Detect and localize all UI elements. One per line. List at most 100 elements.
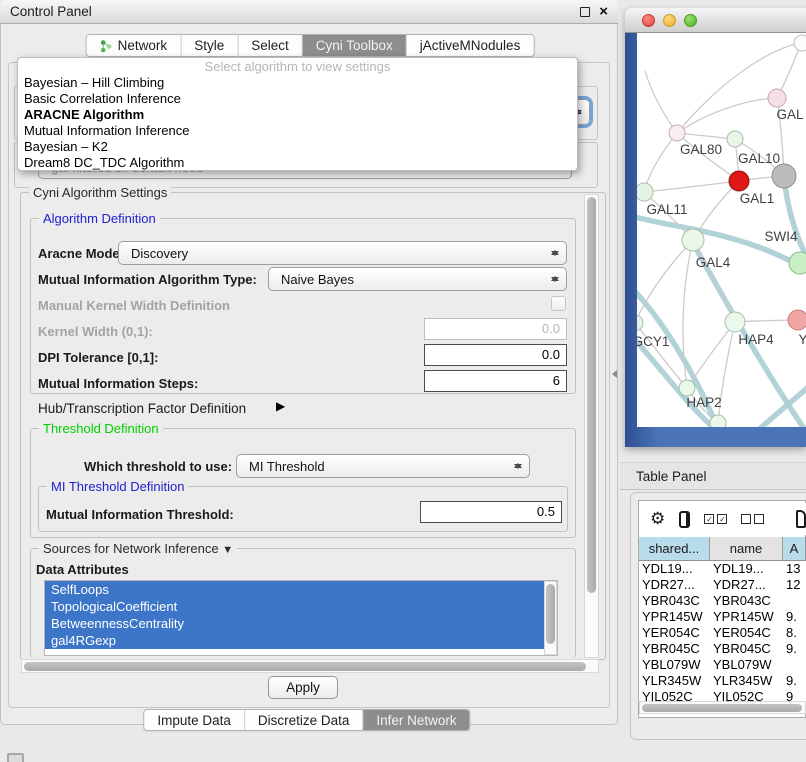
data-attribute-option[interactable]: SelfLoops	[45, 581, 557, 598]
kernel-width-field[interactable]: 0.0	[424, 318, 567, 340]
table-row[interactable]: YDR27...YDR27...12	[639, 577, 806, 593]
tab-discretize-data[interactable]: Discretize Data	[245, 710, 364, 730]
application-desktop: Control Panel × Network Style Select Cyn…	[0, 0, 806, 762]
table-cell: 9	[783, 689, 806, 701]
table-body: YDL19...YDL19...13YDR27...YDR27...12YBR0…	[639, 561, 806, 701]
mi-steps-field[interactable]: 6	[424, 370, 567, 392]
tab-network-label: Network	[118, 38, 168, 53]
column-layout-icon[interactable]	[679, 511, 690, 528]
kernel-width-label: Kernel Width (0,1):	[38, 324, 153, 339]
table-row[interactable]: YLR345WYLR345W9.	[639, 673, 806, 689]
algorithm-option[interactable]: ARACNE Algorithm	[18, 107, 577, 123]
apply-button[interactable]: Apply	[268, 676, 338, 699]
network-edge[interactable]	[637, 240, 693, 323]
node-hap2[interactable]	[679, 380, 695, 396]
table-panel-titlebar[interactable]: Table Panel	[620, 462, 806, 490]
data-attribute-option[interactable]: TopologicalCoefficient	[45, 598, 557, 615]
table-horizontal-scrollbar[interactable]	[639, 701, 806, 714]
algorithm-option[interactable]: Bayesian – K2	[18, 139, 577, 155]
node-gal80[interactable]	[669, 125, 685, 141]
table-panel-title: Table Panel	[636, 469, 707, 484]
float-window-icon[interactable]	[580, 7, 590, 17]
sources-collapse-arrow-icon[interactable]: ▼	[222, 544, 233, 556]
node-gcy1[interactable]	[637, 315, 643, 331]
control-panel-titlebar[interactable]: Control Panel ×	[0, 0, 618, 24]
node-gal4[interactable]	[682, 229, 704, 251]
combo-stepper-icon	[549, 246, 560, 260]
table-row[interactable]: YDL19...YDL19...13	[639, 561, 806, 577]
data-attributes-list[interactable]: SelfLoopsTopologicalCoefficientBetweenne…	[44, 580, 558, 656]
table-row[interactable]: YBL079WYBL079W	[639, 657, 806, 673]
node-gray[interactable]	[772, 164, 796, 188]
algorithm-option[interactable]: Mutual Information Inference	[18, 123, 577, 139]
tab-jactivemnodules[interactable]: jActiveMNodules	[407, 35, 534, 56]
mi-threshold-field[interactable]: 0.5	[420, 501, 562, 523]
splitpane-collapse-icon[interactable]	[608, 370, 617, 378]
hub-section-label[interactable]: Hub/Transcription Factor Definition	[38, 401, 246, 416]
table-row[interactable]: YPR145WYPR145W9.	[639, 609, 806, 625]
algorithm-option[interactable]: Dream8 DC_TDC Algorithm	[18, 155, 577, 171]
tab-impute-data[interactable]: Impute Data	[144, 710, 245, 730]
table-cell: 8.	[783, 625, 806, 641]
table-row[interactable]: YBR043CYBR043C	[639, 593, 806, 609]
minimized-panel-icon[interactable]	[7, 753, 24, 762]
table-cell: 13	[783, 561, 806, 577]
network-edge[interactable]	[644, 181, 739, 192]
table-cell: YIL052C	[639, 689, 710, 701]
table-cell: 9.	[783, 673, 806, 689]
data-attribute-option[interactable]: BetweennessCentrality	[45, 615, 557, 632]
network-edge[interactable]	[645, 71, 677, 133]
node-gal10[interactable]	[727, 131, 743, 147]
close-traffic-light-icon[interactable]	[642, 14, 655, 27]
table-row[interactable]: YBR045CYBR045C9.	[639, 641, 806, 657]
table-row[interactable]: YIL052CYIL052C9	[639, 689, 806, 701]
node-top-partial[interactable]	[794, 35, 806, 51]
algorithm-dropdown-placeholder: Select algorithm to view settings	[18, 58, 577, 75]
algorithm-option[interactable]: Bayesian – Hill Climbing	[18, 75, 577, 91]
hub-expand-arrow-icon[interactable]: ▶	[276, 399, 285, 413]
tab-select[interactable]: Select	[238, 35, 303, 56]
select-all-columns-icon[interactable]: ✓✓	[704, 514, 727, 524]
mi-algorithm-type-combobox[interactable]: Naive Bayes	[268, 267, 567, 291]
node-gal1[interactable]	[729, 171, 749, 191]
network-canvas[interactable]: GALGAL80GAL10GAL1GAL11SWI4GAL4GCY1HAP4YH…	[637, 33, 806, 427]
tab-network[interactable]: Network	[87, 35, 182, 56]
network-window-titlebar[interactable]	[625, 8, 806, 33]
table-settings-gear-icon[interactable]: ⚙	[650, 509, 665, 529]
tab-cyni-toolbox[interactable]: Cyni Toolbox	[303, 35, 407, 56]
network-edge[interactable]	[677, 133, 735, 139]
export-table-icon[interactable]	[796, 510, 806, 528]
node-pink-right[interactable]	[788, 310, 806, 330]
which-threshold-combobox[interactable]: MI Threshold	[236, 454, 530, 478]
node-gal11[interactable]	[637, 183, 653, 201]
settings-horizontal-scrollbar[interactable]	[21, 659, 599, 673]
network-edge-highlighted[interactable]	[784, 179, 806, 261]
tab-infer-network[interactable]: Infer Network	[363, 710, 469, 730]
minimize-traffic-light-icon[interactable]	[663, 14, 676, 27]
table-cell: 9.	[783, 609, 806, 625]
which-threshold-label: Which threshold to use:	[84, 459, 232, 474]
column-header-partial[interactable]: A	[783, 537, 806, 560]
close-window-icon[interactable]: ×	[599, 7, 608, 17]
table-cell: YBR043C	[639, 593, 710, 609]
node-gal-partial[interactable]	[768, 89, 786, 107]
column-header-shared-name[interactable]: shared...	[639, 537, 710, 560]
aracne-mode-combobox[interactable]: Discovery	[118, 241, 567, 265]
column-header-name[interactable]: name	[710, 537, 783, 560]
network-edge[interactable]	[644, 133, 677, 192]
dpi-tolerance-field[interactable]: 0.0	[424, 344, 567, 366]
algorithm-option[interactable]: Basic Correlation Inference	[18, 91, 577, 107]
network-icon	[100, 39, 113, 53]
data-attribute-option[interactable]: gal4RGexp	[45, 632, 557, 649]
attributes-list-scrollbar[interactable]	[544, 581, 557, 655]
manual-kernel-width-checkbox[interactable]	[551, 296, 566, 311]
node-swi4[interactable]	[789, 252, 806, 274]
dpi-tolerance-label: DPI Tolerance [0,1]:	[38, 350, 158, 365]
zoom-traffic-light-icon[interactable]	[684, 14, 697, 27]
table-row[interactable]: YER054CYER054C8.	[639, 625, 806, 641]
settings-vertical-scrollbar[interactable]	[584, 194, 599, 658]
deselect-all-columns-icon[interactable]	[741, 514, 764, 524]
node-bottom-partial[interactable]	[710, 415, 726, 427]
node-hap4[interactable]	[725, 312, 745, 332]
tab-style[interactable]: Style	[181, 35, 238, 56]
